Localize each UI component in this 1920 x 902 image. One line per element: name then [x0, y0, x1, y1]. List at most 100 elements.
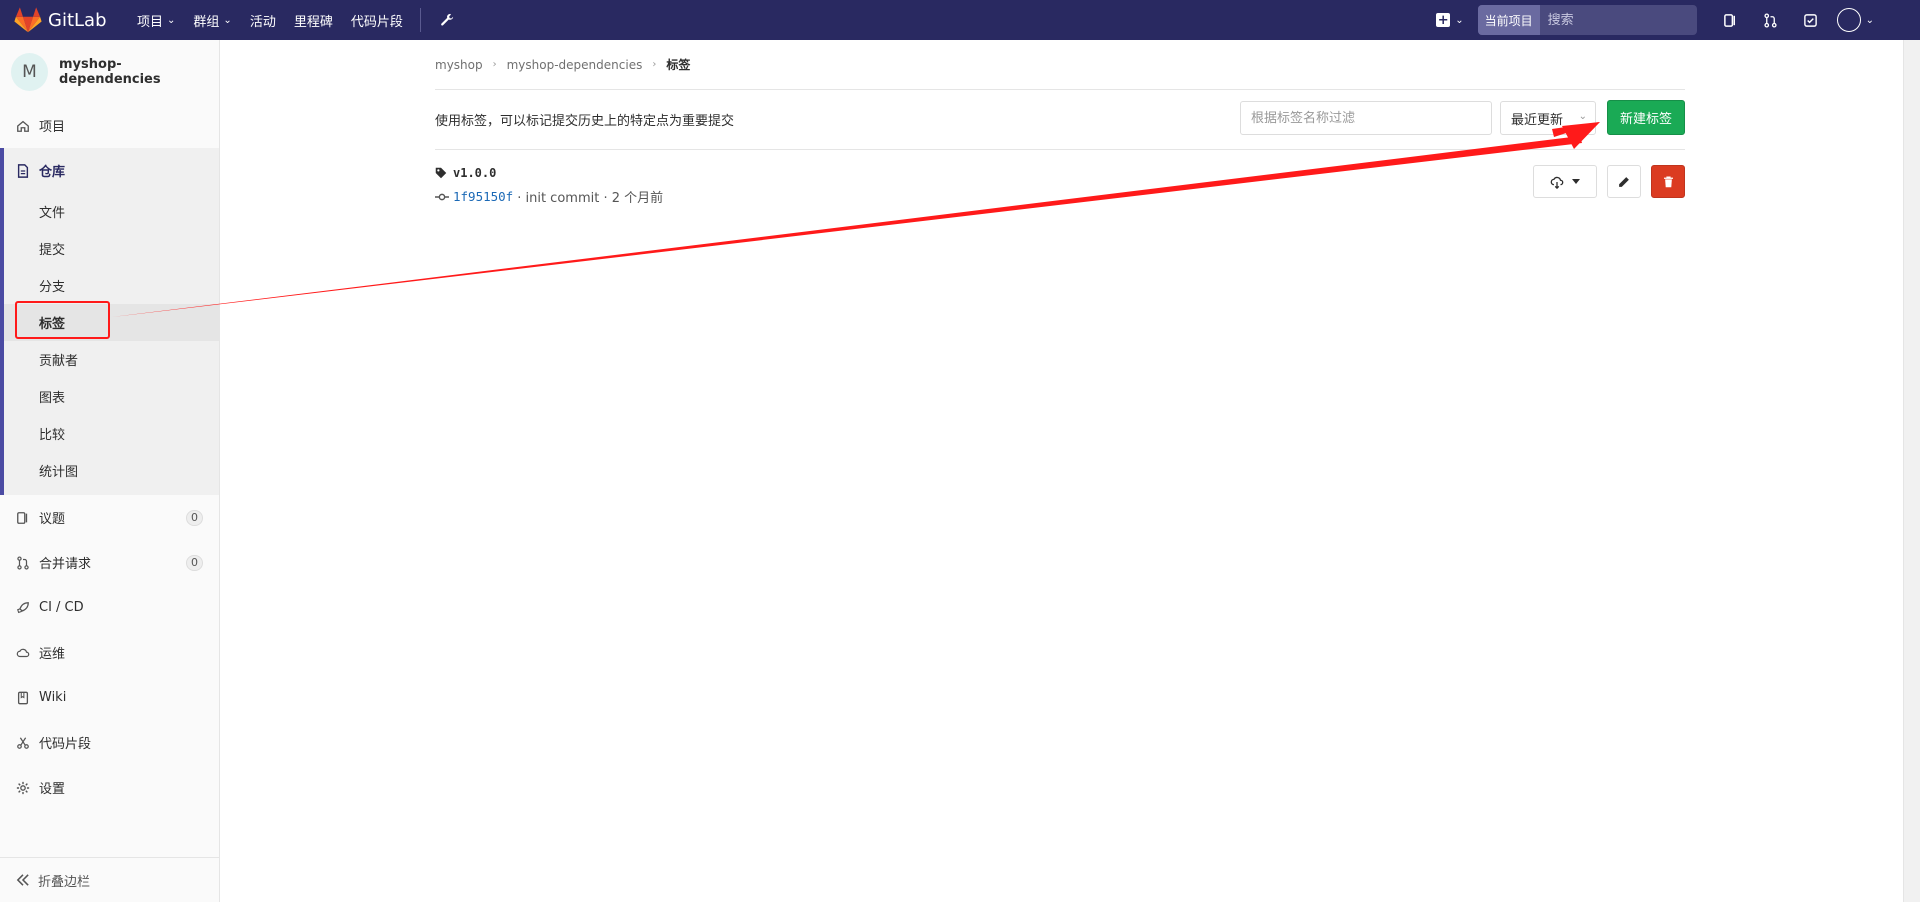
chevron-down-icon: ⌄ — [1455, 14, 1464, 26]
sidebar-subitem-branches[interactable]: 分支 — [4, 267, 219, 304]
brand-name: GitLab — [48, 9, 107, 31]
admin-wrench-button[interactable] — [431, 0, 463, 40]
commit-message: · init commit · 2 个月前 — [517, 191, 664, 206]
merge-requests-nav-button[interactable] — [1751, 0, 1791, 40]
cloud-icon — [15, 645, 31, 661]
project-name: myshop-dependencies — [59, 56, 161, 87]
issues-count-badge: 0 — [186, 509, 203, 526]
chevron-right-icon: › — [652, 59, 657, 70]
sidebar-item-project[interactable]: 项目 — [0, 103, 219, 148]
sidebar-item-label: 项目 — [39, 120, 66, 135]
nav-milestones-label: 里程碑 — [293, 14, 333, 30]
tag-name-link[interactable]: v1.0.0 — [435, 166, 496, 180]
home-icon — [15, 118, 31, 134]
commit-icon — [435, 193, 449, 200]
tags-top-area: 使用标签，可以标记提交历史上的特定点为重要提交 最近更新 ⌄ 新建标签 — [435, 90, 1685, 150]
search-scope-badge[interactable]: 当前项目 — [1477, 5, 1540, 35]
navbar-right: + ⌄ 当前项目 ⌄ — [1436, 0, 1920, 40]
rocket-icon — [15, 600, 31, 616]
chevron-down-icon: ⌄ — [1578, 111, 1587, 122]
gitlab-home-link[interactable]: GitLab — [0, 7, 128, 33]
sidebar-item-label: 议题 — [39, 512, 66, 527]
vertical-scrollbar[interactable] — [1903, 40, 1920, 902]
sidebar-item-merge-requests[interactable]: 合并请求 0 — [0, 540, 219, 585]
sidebar-item-issues[interactable]: 议题 0 — [0, 495, 219, 540]
annotation-highlight-box — [15, 301, 110, 339]
sidebar-item-repository[interactable]: 仓库 — [4, 148, 219, 193]
sidebar-item-label: 运维 — [39, 647, 66, 662]
search-input[interactable] — [1539, 5, 1697, 35]
sidebar-item-label: 代码片段 — [39, 737, 92, 752]
tag-row: v1.0.0 1f95150f · init commit · 2 个月前 — [435, 150, 1685, 210]
commit-sha-link[interactable]: 1f95150f — [453, 189, 513, 204]
chevron-down-icon: ⌄ — [1865, 14, 1874, 26]
sidebar-item-label: 设置 — [39, 782, 66, 797]
sidebar-subitem-commits[interactable]: 提交 — [4, 230, 219, 267]
project-sidebar: M myshop-dependencies 项目 仓库 文件 提交 分支 标签 … — [0, 40, 220, 902]
sidebar-subitem-compare[interactable]: 比较 — [4, 415, 219, 452]
sidebar-item-operations[interactable]: 运维 — [0, 630, 219, 675]
sidebar-subitem-files[interactable]: 文件 — [4, 193, 219, 230]
double-chevron-left-icon — [16, 874, 30, 886]
sidebar-item-label: Wiki — [39, 690, 67, 705]
sort-dropdown[interactable]: 最近更新 ⌄ — [1500, 101, 1596, 135]
nav-activity-label: 活动 — [249, 14, 276, 30]
user-avatar — [1836, 8, 1861, 32]
sidebar-subitem-charts[interactable]: 统计图 — [4, 452, 219, 489]
sidebar-item-ci-cd[interactable]: CI / CD — [0, 585, 219, 630]
new-tag-button[interactable]: 新建标签 — [1607, 100, 1685, 135]
sidebar-item-label: 仓库 — [39, 165, 66, 180]
scissors-icon — [15, 735, 31, 751]
pencil-icon — [1619, 176, 1629, 187]
tag-commit-info: 1f95150f · init commit · 2 个月前 — [435, 187, 663, 206]
merge-requests-count-badge: 0 — [186, 554, 203, 571]
sidebar-subitem-contributors[interactable]: 贡献者 — [4, 341, 219, 378]
sidebar-item-snippets[interactable]: 代码片段 — [0, 720, 219, 765]
tag-filter-input[interactable] — [1240, 101, 1492, 135]
chevron-down-icon: ⌄ — [223, 14, 232, 26]
top-navbar: GitLab 项目 ⌄ 群组 ⌄ 活动 里程碑 代码片段 + ⌄ 当前项目 搜索… — [0, 0, 1920, 40]
breadcrumb-current[interactable]: 标签 — [666, 56, 690, 73]
wrench-icon — [440, 13, 453, 26]
nav-groups[interactable]: 群组 ⌄ — [184, 0, 240, 40]
user-menu-button[interactable]: ⌄ — [1836, 8, 1874, 32]
collapse-sidebar-label: 折叠边栏 — [38, 874, 91, 890]
merge-request-icon — [1764, 12, 1777, 28]
download-dropdown-button[interactable] — [1533, 165, 1597, 198]
edit-tag-button[interactable] — [1607, 165, 1641, 198]
new-dropdown-button[interactable]: + ⌄ — [1436, 12, 1464, 28]
sort-dropdown-label: 最近更新 — [1511, 112, 1564, 128]
breadcrumb: myshop › myshop-dependencies › 标签 — [435, 40, 1685, 90]
gitlab-logo-icon — [14, 7, 42, 33]
sidebar-item-label: 合并请求 — [39, 557, 92, 572]
tags-description: 使用标签，可以标记提交历史上的特定点为重要提交 — [435, 114, 735, 129]
chevron-down-icon: ⌄ — [167, 14, 176, 26]
nav-projects[interactable]: 项目 ⌄ — [128, 0, 184, 40]
todos-nav-button[interactable] — [1791, 0, 1831, 40]
project-avatar: M — [11, 52, 49, 91]
main-content: myshop › myshop-dependencies › 标签 使用标签，可… — [435, 40, 1685, 210]
nav-groups-label: 群组 — [193, 14, 220, 30]
sidebar-item-settings[interactable]: 设置 — [0, 765, 219, 810]
collapse-sidebar-button[interactable]: 折叠边栏 — [0, 857, 219, 902]
sidebar-subitem-graph[interactable]: 图表 — [4, 378, 219, 415]
sidebar-project-header[interactable]: M myshop-dependencies — [0, 40, 219, 103]
issues-nav-button[interactable] — [1711, 0, 1751, 40]
delete-tag-button[interactable] — [1651, 165, 1685, 198]
breadcrumb-project-link[interactable]: myshop-dependencies — [507, 58, 643, 72]
sidebar-item-label: CI / CD — [39, 600, 84, 615]
gear-icon — [15, 780, 31, 796]
issues-icon — [1724, 13, 1736, 27]
todo-check-icon — [1804, 13, 1817, 27]
chevron-right-icon: › — [492, 59, 497, 70]
nav-activity[interactable]: 活动 — [241, 0, 285, 40]
book-icon — [15, 690, 31, 706]
search-box: 当前项目 — [1477, 5, 1697, 35]
breadcrumb-group-link[interactable]: myshop — [435, 58, 483, 72]
nav-snippets[interactable]: 代码片段 — [342, 0, 412, 40]
caret-down-icon — [1572, 178, 1580, 184]
nav-milestones[interactable]: 里程碑 — [285, 0, 342, 40]
nav-snippets-label: 代码片段 — [350, 14, 403, 30]
sidebar-item-wiki[interactable]: Wiki — [0, 675, 219, 720]
plus-square-icon: + — [1436, 12, 1451, 28]
